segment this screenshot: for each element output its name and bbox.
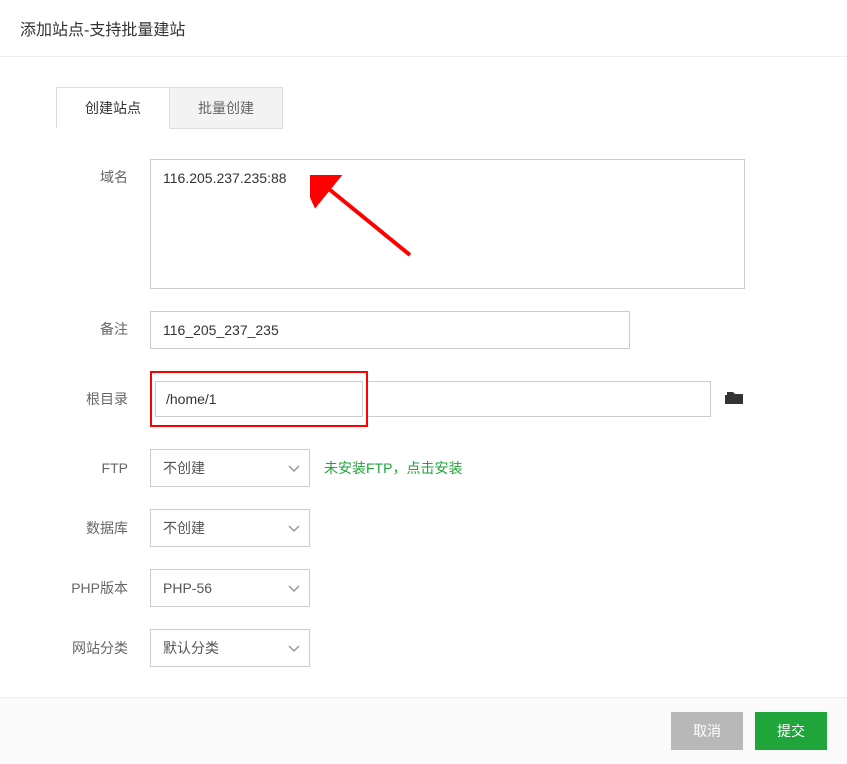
category-control: 默认分类: [150, 629, 817, 667]
row-database: 数据库 不创建: [20, 509, 817, 547]
dialog-title: 添加站点-支持批量建站: [0, 0, 847, 57]
remark-input[interactable]: [150, 311, 630, 349]
ftp-select-wrap: 不创建: [150, 449, 310, 487]
category-select-wrap: 默认分类: [150, 629, 310, 667]
root-path-extend: [368, 381, 711, 417]
label-category: 网站分类: [20, 638, 150, 658]
row-ftp: FTP 不创建 未安装FTP，点击安装: [20, 449, 817, 487]
label-database: 数据库: [20, 518, 150, 538]
database-select[interactable]: 不创建: [150, 509, 310, 547]
dialog-footer: 取消 提交: [0, 697, 847, 764]
tab-batch-create[interactable]: 批量创建: [169, 87, 283, 129]
database-control: 不创建: [150, 509, 817, 547]
label-remark: 备注: [20, 311, 150, 339]
cancel-button[interactable]: 取消: [671, 712, 743, 750]
php-control: PHP-56: [150, 569, 817, 607]
row-domain: 域名: [20, 159, 817, 289]
label-domain: 域名: [20, 159, 150, 187]
root-input[interactable]: [155, 381, 363, 417]
row-remark: 备注: [20, 311, 817, 349]
category-select[interactable]: 默认分类: [150, 629, 310, 667]
domain-control: [150, 159, 817, 289]
php-select-wrap: PHP-56: [150, 569, 310, 607]
domain-textarea[interactable]: [150, 159, 745, 289]
row-php: PHP版本 PHP-56: [20, 569, 817, 607]
label-ftp: FTP: [20, 460, 150, 476]
php-select[interactable]: PHP-56: [150, 569, 310, 607]
label-php: PHP版本: [20, 578, 150, 598]
row-root: 根目录: [20, 371, 817, 427]
remark-control: [150, 311, 817, 349]
form: 域名 备注: [20, 128, 817, 667]
add-site-dialog: 添加站点-支持批量建站 创建站点 批量创建 域名: [0, 0, 847, 764]
ftp-install-hint[interactable]: 未安装FTP，点击安装: [324, 458, 462, 478]
database-select-wrap: 不创建: [150, 509, 310, 547]
submit-button[interactable]: 提交: [755, 712, 827, 750]
row-category: 网站分类 默认分类: [20, 629, 817, 667]
tab-create-site[interactable]: 创建站点: [56, 87, 170, 129]
ftp-select[interactable]: 不创建: [150, 449, 310, 487]
dialog-body: 创建站点 批量创建 域名: [0, 57, 847, 697]
ftp-control: 不创建 未安装FTP，点击安装: [150, 449, 817, 487]
folder-browse-icon[interactable]: [725, 390, 745, 409]
label-root: 根目录: [20, 389, 150, 409]
tabs: 创建站点 批量创建: [56, 87, 817, 129]
root-control: [150, 371, 817, 427]
root-highlight-box: [150, 371, 368, 427]
root-flex: [150, 371, 745, 427]
